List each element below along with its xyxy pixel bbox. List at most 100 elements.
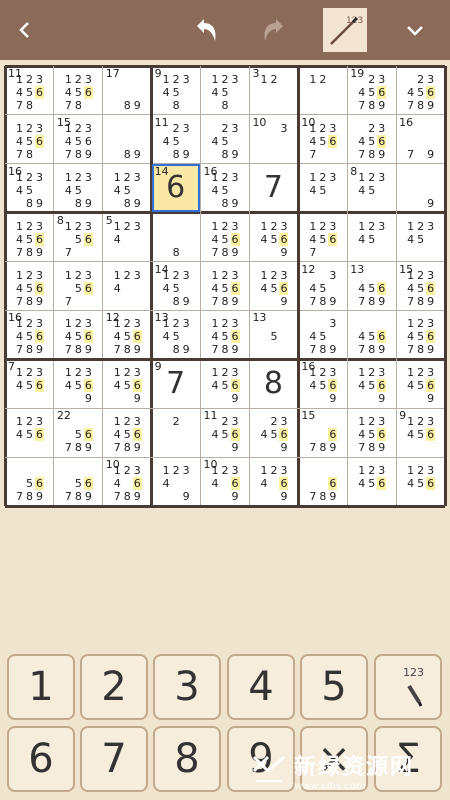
board-cell[interactable]: 97 [151, 359, 200, 408]
board-cell[interactable]: 123469 [249, 457, 298, 506]
board-cell[interactable]: 7123456 [5, 359, 53, 408]
board-cell[interactable]: 11 2 3 4 5 6 9 [200, 408, 249, 457]
number-key-6[interactable]: 6 [7, 726, 75, 792]
board-cell[interactable]: 51234 [102, 212, 151, 261]
board-cell[interactable]: 123456789 [102, 408, 151, 457]
board-cell[interactable]: 1234569 [53, 359, 102, 408]
board-cell[interactable]: 123456789 [5, 212, 53, 261]
number-key-7[interactable]: 7 [80, 726, 148, 792]
board-cell[interactable]: 13 1 2 3 4 5 8 9 [151, 310, 200, 359]
number-key-1[interactable]: 1 [7, 654, 75, 720]
board-cell[interactable]: 13 4 5 6 7 8 9 [347, 261, 396, 310]
board-cell[interactable]: 16 1 2 3 4 5 8 9 [200, 163, 249, 212]
redo-button[interactable] [255, 0, 295, 60]
board-cell[interactable]: 12 1 2 3 4 5 6 7 8 9 [102, 310, 151, 359]
board-cell[interactable]: 17 8 9 [102, 66, 151, 114]
board-cell[interactable]: 1234567 [298, 212, 347, 261]
menu-button[interactable] [395, 0, 435, 60]
board-cell[interactable]: 123458 [200, 66, 249, 114]
board-cell[interactable]: 23456789 [347, 114, 396, 163]
board-cell[interactable]: 12345678 [5, 114, 53, 163]
board-cell[interactable]: 1234589 [53, 163, 102, 212]
board-cell[interactable]: 56789 [5, 457, 53, 506]
board-cell[interactable]: 14 6 [151, 163, 200, 212]
board-cell[interactable]: 1234589 [102, 163, 151, 212]
board-cell[interactable]: 12345 [396, 212, 445, 261]
board-cell[interactable]: 16 1 2 3 4 5 8 9 [5, 163, 53, 212]
pencil-mode-key[interactable]: 123 [374, 654, 442, 720]
board-cell[interactable]: 22 5 6 7 8 9 [53, 408, 102, 457]
board-cell[interactable]: 123456 [5, 408, 53, 457]
board-cell[interactable]: 11 1 2 3 4 5 6 7 8 [5, 66, 53, 114]
board-cell[interactable]: 11 2 3 4 5 8 9 [151, 114, 200, 163]
board-cell[interactable]: 12345 [298, 163, 347, 212]
board-cell[interactable]: 14 1 2 3 4 5 8 9 [151, 261, 200, 310]
board-cell[interactable]: 9123458 [151, 66, 200, 114]
board-cell[interactable]: 16 7 9 [396, 114, 445, 163]
board-cell[interactable]: 123456789 [5, 261, 53, 310]
board-cell[interactable]: 89 [102, 114, 151, 163]
board-cell[interactable]: 12 [298, 66, 347, 114]
board-cell[interactable]: 8123567 [53, 212, 102, 261]
candidate-note: 9 [427, 294, 435, 308]
board-cell[interactable]: 16 1 2 3 4 5 6 9 [298, 359, 347, 408]
board-cell[interactable]: 12345 [347, 212, 396, 261]
board-cell[interactable]: 10 1 2 3 4 6 9 [200, 457, 249, 506]
board-cell[interactable]: 123567 [53, 261, 102, 310]
number-key-5[interactable]: 5 [300, 654, 368, 720]
board-cell[interactable]: 6789 [298, 457, 347, 506]
undo-button[interactable] [185, 0, 225, 60]
board-cell[interactable]: 10 1 2 3 4 6 7 8 9 [102, 457, 151, 506]
board-cell[interactable]: 812345 [347, 163, 396, 212]
board-cell[interactable]: 15 6 7 8 9 [298, 408, 347, 457]
board-cell[interactable]: 456789 [347, 310, 396, 359]
board-cell[interactable]: 12349 [151, 457, 200, 506]
board-cell[interactable]: 345789 [298, 310, 347, 359]
board-cell[interactable]: 123456789 [200, 310, 249, 359]
board-cell[interactable]: 7 [249, 163, 298, 212]
board-cell[interactable]: 234569 [249, 408, 298, 457]
board-cell[interactable]: 8 [249, 359, 298, 408]
board-cell[interactable]: 1234569 [347, 359, 396, 408]
board-cell[interactable]: 123456 [347, 457, 396, 506]
board-cell[interactable]: 10 1 2 3 4 5 6 7 [298, 114, 347, 163]
board-cell[interactable]: 1234569 [200, 359, 249, 408]
board-cell[interactable]: 1234 [102, 261, 151, 310]
board-cell[interactable]: 2 [151, 408, 200, 457]
board-cell[interactable]: 12 3 4 5 7 8 9 [298, 261, 347, 310]
number-key-2[interactable]: 2 [80, 654, 148, 720]
board-cell[interactable]: 1234569 [249, 212, 298, 261]
number-key-4[interactable]: 4 [227, 654, 295, 720]
board-cell[interactable]: 23456789 [396, 66, 445, 114]
board-cell[interactable]: 12345678 [53, 66, 102, 114]
board-cell[interactable]: 13 5 [249, 310, 298, 359]
board-cell[interactable]: 123456789 [347, 408, 396, 457]
board-cell[interactable]: 9 [396, 163, 445, 212]
board-cell[interactable]: 15 1 2 3 4 5 6 7 8 9 [396, 261, 445, 310]
number-key-8[interactable]: 8 [153, 726, 221, 792]
back-button[interactable] [5, 0, 45, 60]
board-cell[interactable]: 123456789 [200, 261, 249, 310]
candidate-note: 3 [133, 366, 141, 380]
board-cell[interactable]: 16 1 2 3 4 5 6 7 8 9 [5, 310, 53, 359]
board-cell[interactable]: 123456789 [53, 310, 102, 359]
board-cell[interactable]: 10 3 [249, 114, 298, 163]
board-cell[interactable]: 1234569 [249, 261, 298, 310]
board-cell[interactable]: 9123456 [396, 408, 445, 457]
box-border-line [150, 66, 154, 506]
board-cell[interactable]: 8 [151, 212, 200, 261]
number-key-3[interactable]: 3 [153, 654, 221, 720]
board-cell[interactable]: 123456789 [396, 310, 445, 359]
board-cell[interactable]: 19 2 3 4 5 6 7 8 9 [347, 66, 396, 114]
pencil-notes-button[interactable]: 123 [323, 8, 367, 52]
board-cell[interactable]: 312 [249, 66, 298, 114]
board-cell[interactable]: 123456789 [200, 212, 249, 261]
board-cell[interactable]: 15 1 2 3 4 5 6 7 8 9 [53, 114, 102, 163]
board-cell[interactable]: 1234569 [102, 359, 151, 408]
board-cell[interactable]: 234589 [200, 114, 249, 163]
candidate-note: 4 [407, 281, 415, 295]
board-cell[interactable]: 123456 [396, 457, 445, 506]
candidate-note: 5 [417, 86, 425, 99]
board-cell[interactable]: 56789 [53, 457, 102, 506]
board-cell[interactable]: 1234569 [396, 359, 445, 408]
